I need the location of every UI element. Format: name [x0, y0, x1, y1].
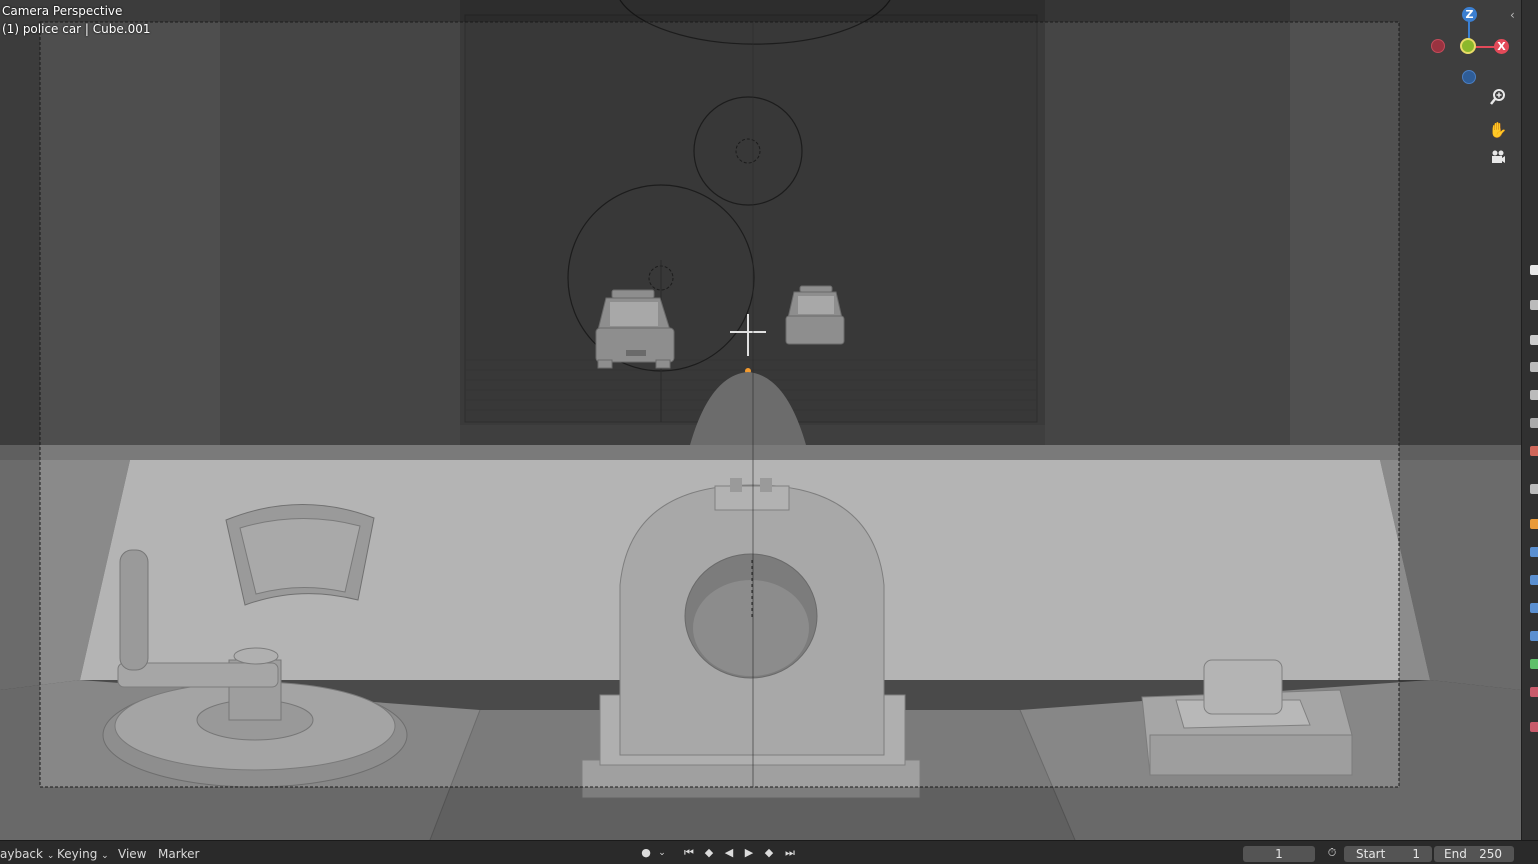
modifier-tab-icon[interactable]	[1530, 519, 1538, 529]
timeline-header: ayback ⌄ Keying ⌄ View Marker ● ⌄ ⏮ ◆ ◀ …	[0, 840, 1538, 864]
hand-pan-icon[interactable]: ✋	[1486, 118, 1510, 142]
gizmo-neg-z-axis[interactable]	[1462, 70, 1476, 84]
current-frame-field[interactable]: 1	[1243, 846, 1315, 862]
object-tab-icon[interactable]	[1530, 484, 1538, 494]
chevron-down-icon[interactable]: ⌄	[656, 845, 668, 861]
navigation-gizmo[interactable]: Z X	[1425, 4, 1515, 88]
end-frame-value: 250	[1479, 847, 1502, 861]
gizmo-z-axis[interactable]: Z	[1462, 7, 1477, 22]
output-tab-icon[interactable]	[1530, 335, 1538, 345]
active-object-label: (1) police car | Cube.001	[2, 22, 151, 36]
jump-start-icon[interactable]: ⏮	[680, 845, 698, 861]
constraints-tab-icon[interactable]	[1530, 603, 1538, 613]
properties-tab-strip[interactable]	[1521, 0, 1538, 840]
chevron-down-icon: ⌄	[101, 851, 109, 861]
mesh-data-tab-icon[interactable]	[1530, 659, 1538, 669]
end-frame-field[interactable]: End 250	[1434, 846, 1514, 862]
playback-menu[interactable]: ayback ⌄	[0, 847, 54, 861]
tool-tab-icon[interactable]	[1530, 265, 1538, 275]
jump-end-icon[interactable]: ⏭	[781, 845, 799, 861]
render-tab-icon[interactable]	[1530, 300, 1538, 310]
gizmo-x-axis[interactable]: X	[1494, 39, 1509, 54]
play-icon[interactable]: ▶	[740, 845, 758, 861]
collapse-sidebar-icon[interactable]: ‹	[1510, 8, 1515, 22]
play-reverse-icon[interactable]: ◀	[720, 845, 738, 861]
view-mode-label: Camera Perspective	[2, 4, 123, 18]
particles-tab-icon[interactable]	[1530, 547, 1538, 557]
3d-viewport[interactable]: Camera Perspective (1) police car | Cube…	[0, 0, 1521, 840]
chevron-down-icon: ⌄	[46, 851, 55, 861]
next-keyframe-icon[interactable]: ◆	[760, 845, 778, 861]
physics-tab-icon[interactable]	[1530, 575, 1538, 585]
gizmo-neg-x-axis[interactable]	[1431, 39, 1445, 53]
start-frame-field[interactable]: Start 1	[1344, 846, 1432, 862]
collection-tab-icon[interactable]	[1530, 446, 1538, 456]
prev-keyframe-icon[interactable]: ◆	[700, 845, 718, 861]
start-frame-label: Start	[1356, 847, 1386, 861]
zoom-icon[interactable]	[1486, 88, 1510, 112]
scene-tab-icon[interactable]	[1530, 390, 1538, 400]
object-data-tab-icon[interactable]	[1530, 631, 1538, 641]
end-frame-label: End	[1444, 847, 1467, 861]
view-layer-tab-icon[interactable]	[1530, 362, 1538, 372]
world-tab-icon[interactable]	[1530, 418, 1538, 428]
texture-tab-icon[interactable]	[1530, 722, 1538, 732]
marker-menu[interactable]: Marker	[158, 847, 199, 861]
start-frame-value: 1	[1412, 847, 1420, 861]
keying-menu[interactable]: Keying ⌄	[57, 847, 109, 861]
gizmo-y-axis[interactable]	[1460, 38, 1476, 54]
camera-view-icon[interactable]	[1486, 148, 1510, 172]
viewport-scene	[0, 0, 1521, 840]
material-tab-icon[interactable]	[1530, 687, 1538, 697]
view-menu[interactable]: View	[118, 847, 146, 861]
stopwatch-icon[interactable]: ⏱	[1323, 845, 1341, 861]
record-icon[interactable]: ●	[636, 845, 656, 861]
